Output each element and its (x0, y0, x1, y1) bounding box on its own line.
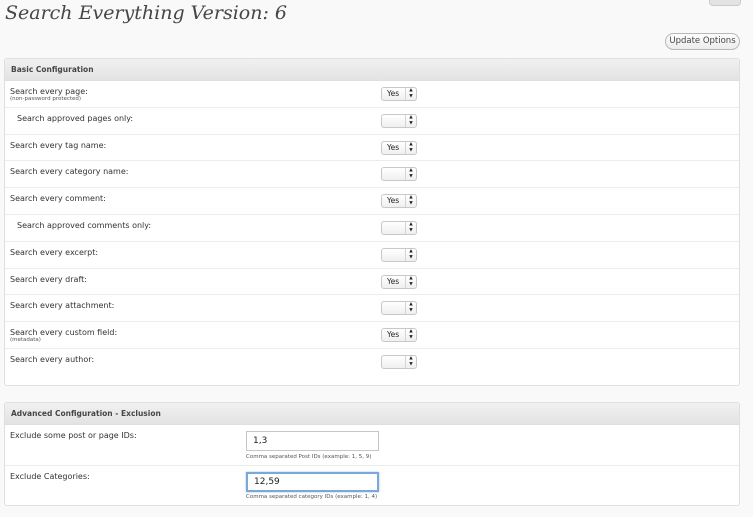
up-down-arrows-icon: ▲ ▼ (405, 195, 416, 208)
up-down-arrows-icon: ▲ ▼ (405, 329, 416, 342)
option-label: Search every draft: (10, 275, 87, 284)
up-down-arrows-icon: ▲ ▼ (405, 248, 416, 261)
option-label-text: Search every custom field: (10, 328, 118, 338)
option-label-text: Search every excerpt: (10, 247, 99, 257)
up-down-arrows-icon: ▲ ▼ (405, 355, 416, 368)
option-row: Search every category name: ▲ ▼ (5, 161, 739, 189)
option-select[interactable]: Yes ▲ ▼ (381, 87, 417, 101)
up-down-arrows-icon: ▲ ▼ (405, 114, 416, 127)
option-select-value: Yes (387, 142, 400, 152)
exclude-posts-hint: Comma separated Post IDs (example: 1, 5,… (246, 454, 372, 460)
option-select[interactable]: Yes ▲ ▼ (381, 194, 417, 209)
exclude-categories-hint: Comma separated category IDs (example: 1… (246, 494, 378, 500)
option-label-text: Search every attachment: (10, 301, 115, 311)
basic-configuration-header: Basic Configuration (5, 59, 739, 81)
up-down-arrows-icon: ▲ ▼ (405, 221, 416, 234)
option-label-text: Search every draft: (10, 274, 87, 284)
option-label-text: Search every author: (10, 354, 95, 364)
exclude-categories-row: Exclude Categories: 12,59 Comma separate… (5, 466, 739, 505)
option-row: Search every custom field: (metadata) Yes ▲… (5, 322, 739, 349)
option-select[interactable]: ▲ ▼ (381, 167, 417, 182)
option-label: Search approved comments only: (17, 221, 151, 230)
option-label: Search every author: (10, 355, 94, 364)
up-down-arrows-icon: ▲ ▼ (405, 168, 416, 181)
option-row: Search every comment: Yes ▲ ▼ (5, 188, 739, 215)
option-row: Search approved comments only: ▲ ▼ (5, 215, 739, 242)
exclude-posts-label: Exclude some post or page IDs: (10, 431, 137, 440)
option-note: (metadata) (10, 337, 41, 344)
option-label: Search approved pages only: (17, 114, 133, 123)
exclude-posts-row: Exclude some post or page IDs: 1,3 Comma… (5, 425, 739, 466)
option-select[interactable]: ▲ ▼ (381, 113, 417, 128)
option-select-value: Yes (387, 330, 400, 340)
option-select[interactable]: Yes ▲ ▼ (381, 328, 417, 343)
option-row: Search every page: (non-password protecte… (5, 81, 739, 108)
option-label: Search every tag name: (10, 141, 106, 150)
option-label-text: Search approved comments only: (17, 220, 152, 230)
option-label-text: Search every category name: (10, 167, 129, 177)
option-select-value: Yes (387, 89, 400, 98)
up-down-arrows-icon: ▲ ▼ (405, 141, 416, 154)
option-label-text: Search every comment: (10, 194, 106, 204)
option-row: Search every excerpt: ▲ ▼ (5, 242, 739, 269)
option-select[interactable]: ▲ ▼ (381, 301, 417, 316)
exclude-posts-input[interactable]: 1,3 (246, 431, 379, 451)
option-select[interactable]: Yes ▲ ▼ (381, 140, 417, 155)
option-select[interactable]: ▲ ▼ (381, 247, 417, 262)
update-options-button[interactable]: Update Options (665, 33, 740, 50)
option-select[interactable]: ▲ ▼ (381, 220, 417, 235)
option-row: Search every author: ▲ ▼ (5, 349, 739, 376)
option-label: Search every category name: (10, 167, 128, 176)
option-label: Search every page: (non-password protecte… (10, 87, 88, 102)
option-label-text: Search every page: (10, 87, 88, 96)
option-row: Search approved pages only: ▲ ▼ (5, 108, 739, 135)
exclude-categories-label: Exclude Categories: (10, 472, 90, 481)
option-select[interactable]: ▲ ▼ (381, 354, 417, 369)
option-note: (non-password protected) (10, 96, 82, 102)
exclude-categories-input[interactable]: 12,59 (246, 472, 379, 492)
option-select[interactable]: Yes ▲ ▼ (381, 274, 417, 289)
up-down-arrows-icon: ▲ ▼ (405, 302, 416, 315)
page-title: Search Everything Version: 6 (5, 2, 287, 24)
option-row: Search every attachment: ▲ ▼ (5, 295, 739, 323)
option-label: Search every attachment: (10, 301, 114, 310)
basic-configuration-panel: Basic Configuration Search every page: (n… (4, 58, 740, 386)
advanced-configuration-header: Advanced Configuration - Exclusion (5, 403, 739, 425)
option-label-text: Search approved pages only: (17, 113, 134, 123)
up-down-arrows-icon: ▲ ▼ (405, 275, 416, 288)
option-select-value: Yes (387, 196, 400, 206)
option-label: Search every comment: (10, 194, 106, 203)
option-select-value: Yes (387, 276, 400, 286)
option-label: Search every excerpt: (10, 248, 98, 257)
basic-configuration-rows: Search every page: (non-password protecte… (5, 81, 739, 376)
option-row: Search every draft: Yes ▲ ▼ (5, 269, 739, 296)
option-label: Search every custom field: (metadata) (10, 328, 117, 343)
help-tab[interactable] (709, 0, 741, 6)
advanced-configuration-panel: Advanced Configuration - Exclusion Exclu… (4, 402, 740, 506)
up-down-arrows-icon: ▲ ▼ (405, 88, 416, 100)
option-row: Search every tag name: Yes ▲ ▼ (5, 135, 739, 162)
option-label-text: Search every tag name: (10, 140, 107, 150)
